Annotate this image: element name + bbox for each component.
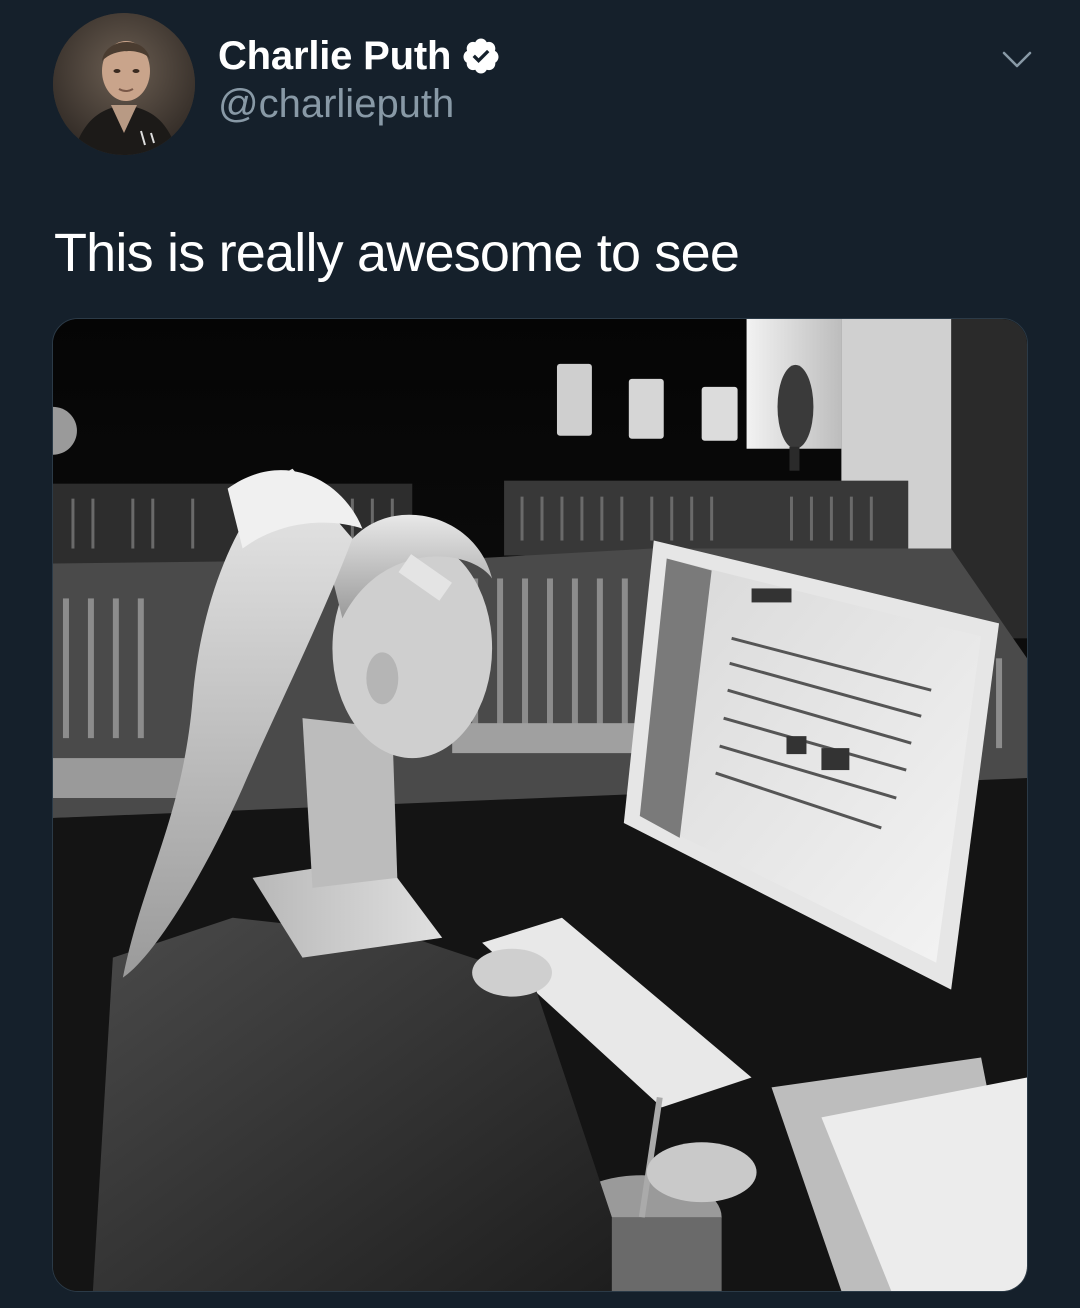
verified-badge-icon	[461, 36, 501, 76]
display-name[interactable]: Charlie Puth	[218, 34, 451, 79]
username-handle[interactable]: @charlieputh	[218, 82, 454, 127]
chevron-down-icon[interactable]	[1000, 46, 1034, 74]
tweet-card: Charlie Puth @charlieputh This is really…	[0, 0, 1080, 1308]
studio-photo	[53, 319, 1027, 1291]
avatar-image	[53, 13, 195, 155]
author-name-row[interactable]: Charlie Puth	[218, 30, 501, 82]
tweet-media-photo[interactable]	[52, 318, 1028, 1292]
tweet-text: This is really awesome to see	[54, 223, 740, 283]
avatar[interactable]	[53, 13, 195, 155]
